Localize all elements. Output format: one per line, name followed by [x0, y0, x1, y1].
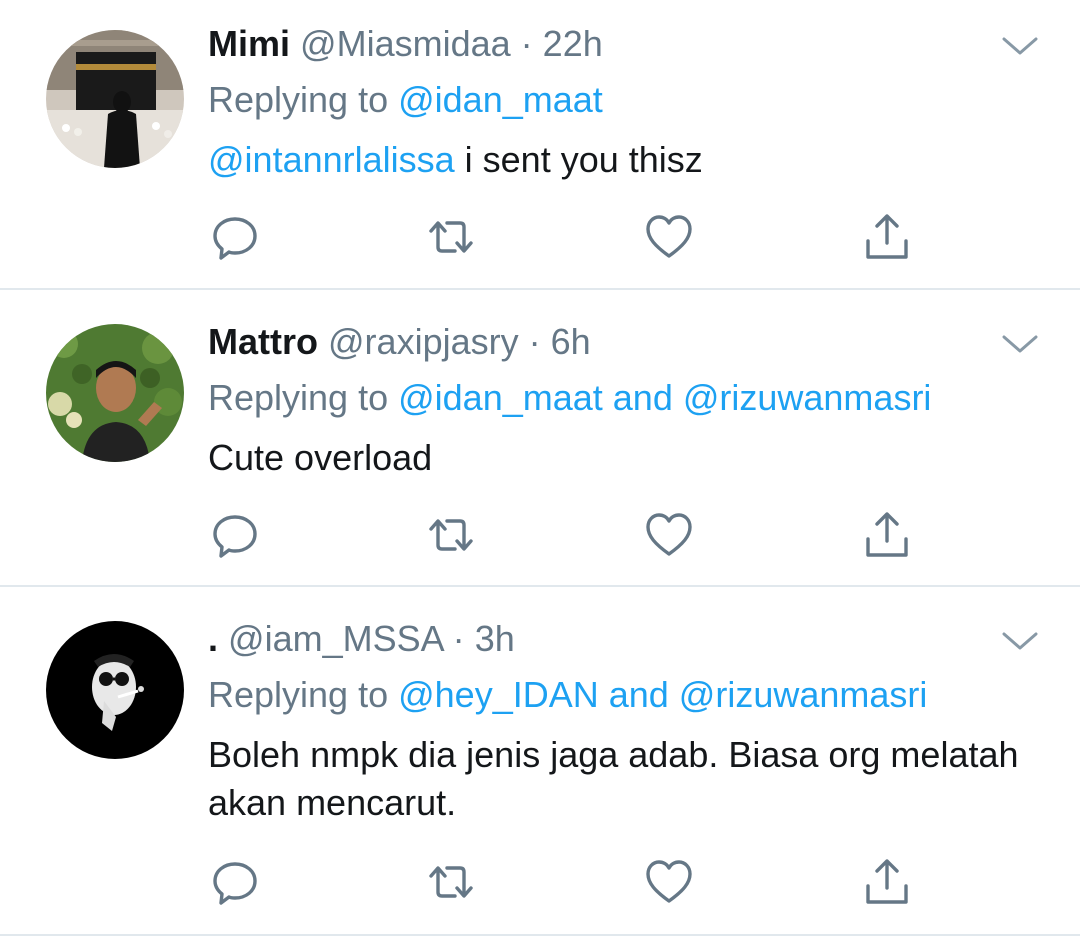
chevron-down-icon[interactable]	[1000, 332, 1040, 356]
avatar[interactable]	[46, 621, 184, 759]
display-name[interactable]: Mattro	[208, 321, 318, 362]
replying-to: Replying to @hey_IDAN and @rizuwanmasri	[208, 673, 1040, 717]
user-handle[interactable]: @iam_MSSA	[228, 618, 443, 659]
replying-prefix: Replying to	[208, 79, 399, 120]
tweet-header: Mimi @Miasmidaa · 22h	[208, 22, 1040, 66]
share-icon	[866, 512, 908, 557]
replying-to: Replying to @idan_maat and @rizuwanmasri	[208, 376, 1040, 420]
like-icon	[646, 215, 692, 258]
separator-dot: ·	[520, 23, 533, 64]
timestamp[interactable]: 22h	[543, 23, 603, 64]
avatar[interactable]	[46, 30, 184, 168]
retweet-icon	[429, 519, 473, 551]
separator-dot: ·	[452, 618, 465, 659]
share-icon	[866, 859, 908, 904]
tweet[interactable]: . @iam_MSSA · 3h Replying to @hey_IDAN a…	[0, 587, 1080, 936]
body-mention-link[interactable]: @intannrlalissa	[208, 139, 455, 180]
replying-to-link[interactable]: @hey_IDAN and @rizuwanmasri	[398, 674, 927, 715]
tweet-body: @intannrlalissa i sent you thisz	[208, 136, 1040, 184]
avatar[interactable]	[46, 324, 184, 462]
share-button[interactable]	[862, 857, 912, 907]
timestamp[interactable]: 6h	[551, 321, 591, 362]
reply-icon	[213, 217, 257, 260]
tweet-header: Mattro @raxipjasry · 6h	[208, 320, 1040, 364]
replying-prefix: Replying to	[208, 377, 399, 418]
tweet-header: . @iam_MSSA · 3h	[208, 617, 1040, 661]
avatar-man-greenery-photo	[46, 324, 184, 462]
replying-to-link[interactable]: @idan_maat and @rizuwanmasri	[398, 377, 931, 418]
tweet-actions	[210, 510, 930, 560]
tweet-content: Mattro @raxipjasry · 6h Replying to @ida…	[208, 320, 1040, 482]
tweet[interactable]: Mimi @Miasmidaa · 22h Replying to @idan_…	[0, 0, 1080, 290]
avatar-smoking-figure-drawing	[46, 621, 184, 759]
reply-icon	[213, 515, 257, 558]
retweet-button[interactable]	[426, 857, 476, 907]
chevron-down-icon[interactable]	[1000, 629, 1040, 653]
tweet-body: Cute overload	[208, 434, 1040, 482]
retweet-button[interactable]	[426, 510, 476, 560]
tweet-actions	[210, 212, 930, 262]
display-name[interactable]: Mimi	[208, 23, 290, 64]
retweet-icon	[429, 221, 473, 253]
like-icon	[646, 513, 692, 556]
display-name[interactable]: .	[208, 618, 218, 659]
reply-button[interactable]	[210, 212, 260, 262]
share-icon	[866, 214, 908, 259]
replying-to: Replying to @idan_maat	[208, 78, 1040, 122]
retweet-icon	[429, 866, 473, 898]
like-button[interactable]	[644, 212, 694, 262]
body-text: i sent you thisz	[454, 139, 703, 180]
avatar-kaaba-photo	[46, 30, 184, 168]
share-button[interactable]	[862, 212, 912, 262]
body-text: Boleh nmpk dia jenis jaga adab. Biasa or…	[208, 734, 1019, 823]
retweet-button[interactable]	[426, 212, 476, 262]
separator-dot: ·	[528, 321, 541, 362]
body-text: Cute overload	[208, 437, 433, 478]
tweet-content: Mimi @Miasmidaa · 22h Replying to @idan_…	[208, 22, 1040, 184]
chevron-down-icon[interactable]	[1000, 34, 1040, 58]
reply-button[interactable]	[210, 857, 260, 907]
tweet-actions	[210, 857, 930, 907]
replying-prefix: Replying to	[208, 674, 399, 715]
replying-to-link[interactable]: @idan_maat	[398, 79, 603, 120]
like-icon	[646, 860, 692, 903]
like-button[interactable]	[644, 510, 694, 560]
tweet-content: . @iam_MSSA · 3h Replying to @hey_IDAN a…	[208, 617, 1040, 827]
tweet[interactable]: Mattro @raxipjasry · 6h Replying to @ida…	[0, 290, 1080, 587]
tweet-body: Boleh nmpk dia jenis jaga adab. Biasa or…	[208, 731, 1040, 827]
reply-icon	[213, 862, 257, 905]
like-button[interactable]	[644, 857, 694, 907]
user-handle[interactable]: @Miasmidaa	[300, 23, 511, 64]
reply-button[interactable]	[210, 510, 260, 560]
user-handle[interactable]: @raxipjasry	[328, 321, 519, 362]
share-button[interactable]	[862, 510, 912, 560]
timestamp[interactable]: 3h	[475, 618, 515, 659]
